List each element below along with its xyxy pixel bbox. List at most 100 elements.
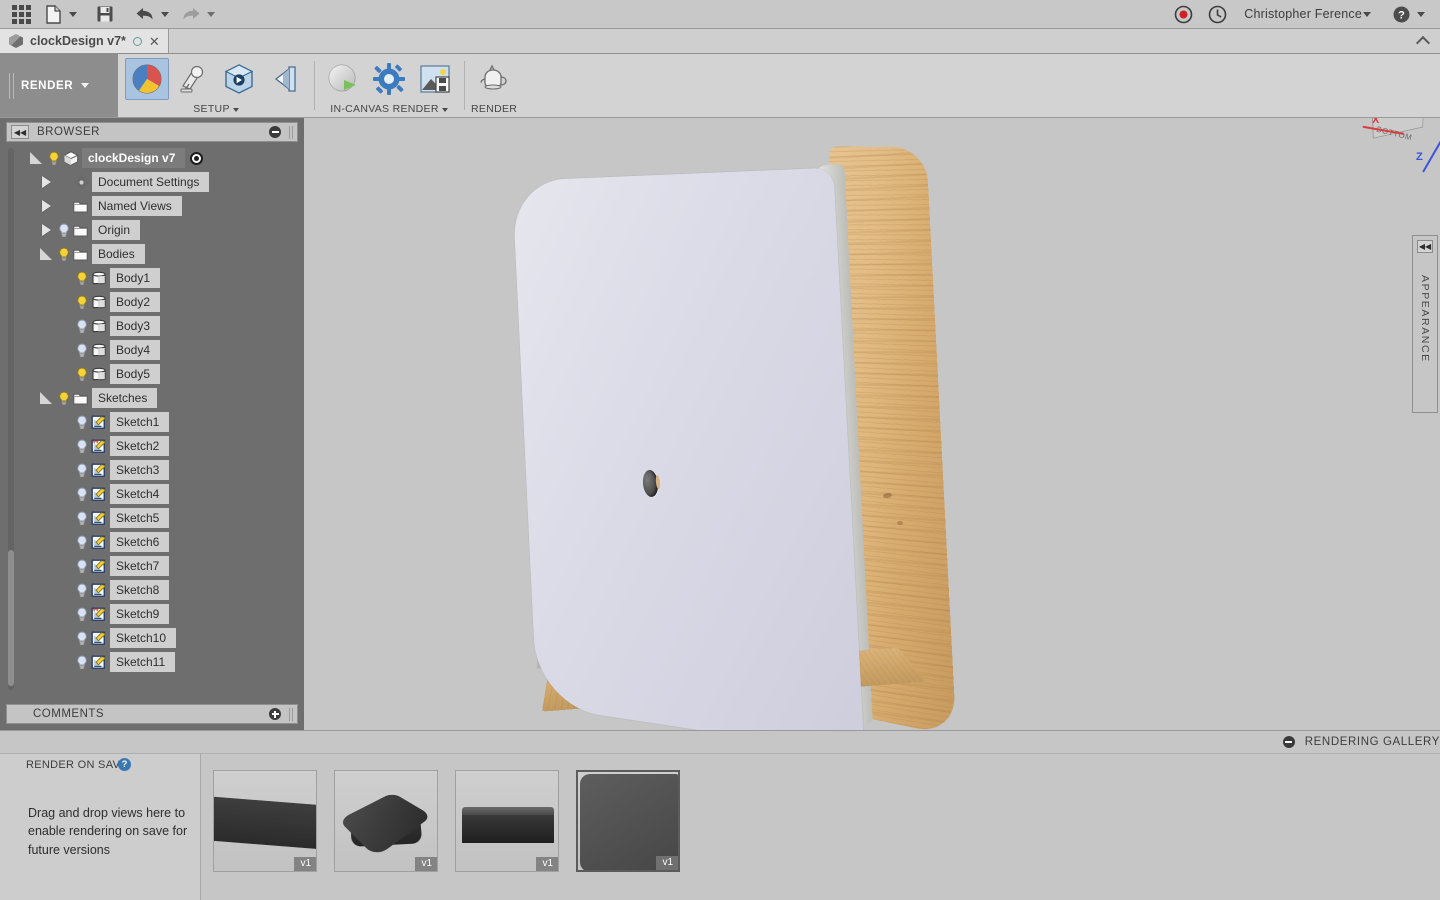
active-component-radio[interactable] (190, 151, 204, 165)
close-icon[interactable]: ✕ (149, 35, 160, 48)
lightbulb-off-icon[interactable] (74, 462, 90, 478)
help-icon[interactable]: ? (118, 758, 131, 771)
redo-icon[interactable] (176, 2, 206, 27)
redo-button[interactable] (176, 2, 220, 27)
browser-node-sketch9[interactable]: Sketch9 (54, 604, 170, 624)
tool-render[interactable] (471, 58, 515, 100)
browser-node-bodies[interactable]: Bodies (36, 244, 145, 264)
lightbulb-off-icon[interactable] (74, 438, 90, 454)
tool-capture-image[interactable] (413, 58, 457, 100)
file-icon[interactable] (38, 2, 68, 27)
new-file-button[interactable] (38, 2, 82, 27)
lightbulb-off-icon[interactable] (74, 558, 90, 574)
tool-in-canvas-render-settings[interactable] (367, 58, 411, 100)
panel-in-canvas-render-label[interactable]: IN-CANVAS RENDER (321, 103, 457, 117)
browser-node-sketch6[interactable]: Sketch6 (54, 532, 170, 552)
clock-model[interactable] (505, 118, 957, 730)
help-caret-icon[interactable] (1417, 11, 1425, 17)
tool-scene-settings[interactable] (171, 58, 215, 100)
browser-node-body5[interactable]: Body5 (54, 364, 161, 384)
app-grid-icon[interactable] (6, 2, 36, 27)
lightbulb-off-icon[interactable] (74, 486, 90, 502)
document-tab[interactable]: clockDesign v7* ✕ (0, 29, 169, 53)
rendering-gallery-bar[interactable]: RENDERING GALLERY (0, 730, 1440, 754)
browser-node-sketch5[interactable]: Sketch5 (54, 508, 170, 528)
lightbulb-off-icon[interactable] (74, 342, 90, 358)
undo-icon[interactable] (130, 2, 160, 27)
panel-setup-label[interactable]: SETUP (125, 103, 307, 117)
lightbulb-off-icon[interactable] (74, 582, 90, 598)
help-menu[interactable]: ? (1386, 2, 1430, 27)
user-account-menu[interactable]: Christopher Ference (1244, 2, 1376, 27)
panel-render-label[interactable]: RENDER (471, 103, 517, 117)
add-comment-icon[interactable] (269, 708, 281, 720)
comments-bar[interactable]: COMMENTS (6, 704, 298, 724)
new-file-caret-icon[interactable] (69, 11, 77, 17)
lightbulb-on-icon[interactable] (46, 150, 62, 166)
gallery-collapse-icon[interactable] (1282, 736, 1295, 748)
expand-arrow-icon[interactable] (36, 200, 56, 212)
browser-node-sketch8[interactable]: Sketch8 (54, 580, 170, 600)
lightbulb-on-icon[interactable] (74, 270, 90, 286)
job-status-clock-icon[interactable] (1202, 2, 1232, 27)
help-icon[interactable]: ? (1386, 2, 1416, 27)
lightbulb-off-icon[interactable] (74, 606, 90, 622)
lightbulb-off-icon[interactable] (74, 534, 90, 550)
collapse-arrow-icon[interactable] (36, 248, 56, 260)
undo-caret-icon[interactable] (161, 11, 169, 17)
lightbulb-on-icon[interactable] (56, 246, 72, 262)
browser-node-sketch11[interactable]: Sketch11 (54, 652, 176, 672)
tool-texture-map-controls[interactable] (263, 58, 307, 100)
lightbulb-off-icon[interactable] (56, 222, 72, 238)
lightbulb-off-icon[interactable] (74, 654, 90, 670)
browser-node-sketch1[interactable]: Sketch1 (54, 412, 170, 432)
render-thumb-1[interactable]: v1 (213, 770, 317, 872)
browser-node-docset[interactable]: Document Settings (36, 172, 210, 192)
browser-collapse-icon[interactable]: ◀◀ (11, 125, 29, 139)
browser-node-body4[interactable]: Body4 (54, 340, 161, 360)
tool-in-canvas-render[interactable] (321, 58, 365, 100)
browser-node-body2[interactable]: Body2 (54, 292, 161, 312)
render-thumb-2[interactable]: v1 (334, 770, 438, 872)
expand-arrow-icon[interactable] (36, 176, 56, 188)
lightbulb-on-icon[interactable] (74, 294, 90, 310)
lightbulb-on-icon[interactable] (74, 366, 90, 382)
tool-appearance[interactable] (125, 58, 169, 100)
screencast-record-icon[interactable] (1168, 2, 1198, 27)
collapse-arrow-icon[interactable] (26, 152, 46, 164)
browser-node-sketch10[interactable]: Sketch10 (54, 628, 177, 648)
browser-node-body1[interactable]: Body1 (54, 268, 161, 288)
browser-node-sketch3[interactable]: Sketch3 (54, 460, 170, 480)
lightbulb-off-icon[interactable] (74, 414, 90, 430)
appearance-panel-tab[interactable]: ◀◀ APPEARANCE (1412, 235, 1438, 413)
render-thumb-4[interactable]: v1 (576, 770, 680, 872)
appearance-expand-icon[interactable]: ◀◀ (1417, 240, 1433, 253)
browser-node-root[interactable]: clockDesign v7 (26, 148, 204, 168)
save-icon[interactable] (90, 2, 120, 27)
browser-node-sketch7[interactable]: Sketch7 (54, 556, 170, 576)
collapse-toolbar-button[interactable] (1406, 29, 1440, 53)
panel-setup-caret-icon[interactable] (232, 107, 239, 112)
lightbulb-off-icon[interactable] (74, 318, 90, 334)
browser-resize-grip[interactable] (289, 125, 293, 139)
unsaved-indicator-icon[interactable] (132, 36, 142, 46)
collapse-arrow-icon[interactable] (36, 392, 56, 404)
browser-node-views[interactable]: Named Views (36, 196, 182, 216)
view-cube[interactable]: RIGHT BACK BOTTOM X Y Z (1352, 118, 1440, 180)
tool-decal[interactable] (217, 58, 261, 100)
lightbulb-off-icon[interactable] (74, 630, 90, 646)
render-thumb-3[interactable]: v1 (455, 770, 559, 872)
browser-node-sketch4[interactable]: Sketch4 (54, 484, 170, 504)
browser-node-sketches[interactable]: Sketches (36, 388, 158, 408)
lightbulb-on-icon[interactable] (56, 390, 72, 406)
browser-node-body3[interactable]: Body3 (54, 316, 161, 336)
panel-in-canvas-render-caret-icon[interactable] (441, 107, 448, 112)
workspace-caret-icon[interactable] (81, 83, 90, 88)
browser-node-origin[interactable]: Origin (36, 220, 141, 240)
lightbulb-off-icon[interactable] (74, 510, 90, 526)
workspace-switcher[interactable]: RENDER (0, 54, 118, 117)
browser-minimize-icon[interactable] (269, 126, 281, 138)
redo-caret-icon[interactable] (207, 11, 215, 17)
user-caret-icon[interactable] (1363, 11, 1371, 17)
browser-node-sketch2[interactable]: Sketch2 (54, 436, 170, 456)
